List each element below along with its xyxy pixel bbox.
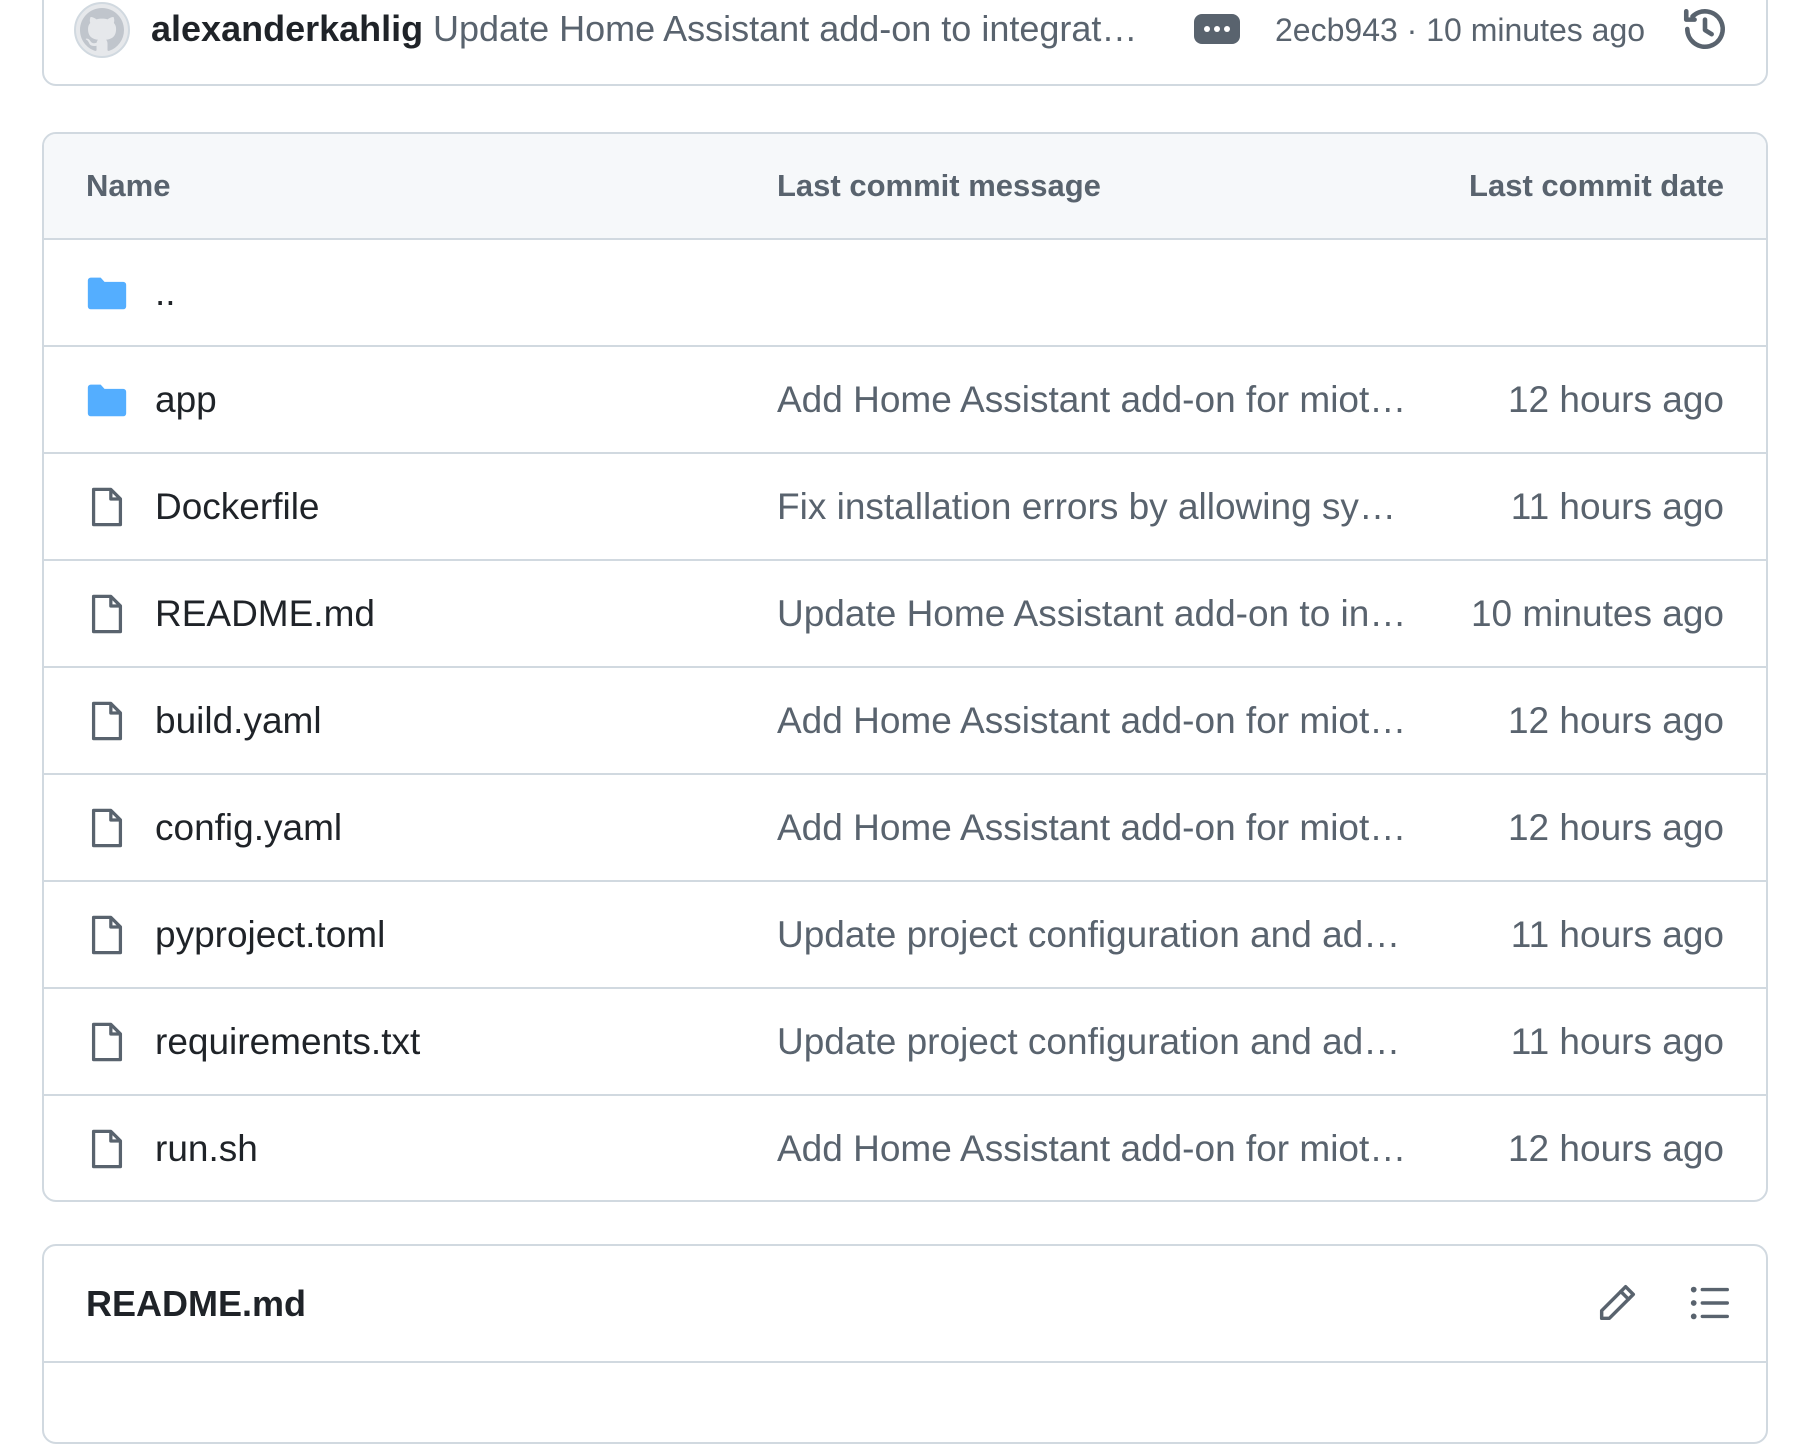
- commit-date: 12 hours ago: [1507, 379, 1724, 420]
- table-row[interactable]: config.yaml Add Home Assistant add-on fo…: [44, 775, 1766, 882]
- commit-date: 12 hours ago: [1507, 700, 1724, 741]
- list-icon[interactable]: [1687, 1280, 1733, 1326]
- header-name: Name: [86, 168, 171, 203]
- file-name-link[interactable]: README.md: [155, 561, 375, 666]
- table-row-parent[interactable]: ..: [44, 240, 1766, 347]
- table-row[interactable]: requirements.txt Update project configur…: [44, 989, 1766, 1096]
- github-avatar-icon: [80, 8, 124, 51]
- file-name-link[interactable]: run.sh: [155, 1096, 258, 1200]
- file-icon: [91, 594, 123, 634]
- header-last-commit-message: Last commit message: [777, 168, 1101, 203]
- commit-date: 11 hours ago: [1510, 914, 1724, 955]
- author-avatar[interactable]: [74, 2, 130, 58]
- file-icon: [91, 701, 123, 741]
- table-row[interactable]: run.sh Add Home Assistant add-on for mio…: [44, 1096, 1766, 1200]
- pencil-icon[interactable]: [1594, 1280, 1640, 1326]
- commit-message-link[interactable]: Update project configuration and add…: [777, 882, 1412, 987]
- commit-date: 12 hours ago: [1507, 807, 1724, 848]
- file-name-link[interactable]: ..: [155, 240, 176, 345]
- file-name-link[interactable]: app: [155, 347, 217, 452]
- commit-message-link[interactable]: Fix installation errors by allowing sys…: [777, 454, 1412, 559]
- commit-message-link[interactable]: Update Home Assistant add-on to int…: [777, 561, 1412, 666]
- file-name-link[interactable]: build.yaml: [155, 668, 322, 773]
- file-name-link[interactable]: Dockerfile: [155, 454, 320, 559]
- commit-date: 11 hours ago: [1510, 486, 1724, 527]
- file-icon: [91, 808, 123, 848]
- history-icon[interactable]: [1680, 4, 1730, 54]
- file-icon: [91, 1129, 123, 1169]
- commit-date: 10 minutes ago: [1470, 593, 1724, 634]
- ellipsis-icon[interactable]: [1194, 14, 1240, 44]
- file-icon: [91, 487, 123, 527]
- commit-message-link[interactable]: Add Home Assistant add-on for miot…: [777, 668, 1412, 773]
- commit-message-link[interactable]: Add Home Assistant add-on for miot…: [777, 347, 1412, 452]
- file-tree-table: Name Last commit message Last commit dat…: [42, 132, 1768, 1202]
- header-last-commit-date: Last commit date: [1469, 168, 1724, 203]
- table-row[interactable]: build.yaml Add Home Assistant add-on for…: [44, 668, 1766, 775]
- file-name-link[interactable]: config.yaml: [155, 775, 342, 880]
- file-name-link[interactable]: pyproject.toml: [155, 882, 385, 987]
- readme-title[interactable]: README.md: [86, 1246, 306, 1361]
- file-name-link[interactable]: requirements.txt: [155, 989, 420, 1094]
- commit-date: 11 hours ago: [1510, 1021, 1724, 1062]
- commit-author-link[interactable]: alexanderkahlig: [151, 6, 423, 52]
- table-row[interactable]: README.md Update Home Assistant add-on t…: [44, 561, 1766, 668]
- commit-message-link[interactable]: Add Home Assistant add-on for miot…: [777, 775, 1412, 880]
- folder-icon: [87, 277, 127, 310]
- readme-panel: README.md: [42, 1244, 1768, 1444]
- commit-date: 12 hours ago: [1507, 1128, 1724, 1169]
- table-row[interactable]: Dockerfile Fix installation errors by al…: [44, 454, 1766, 561]
- file-icon: [91, 1022, 123, 1062]
- commit-message-link[interactable]: Update Home Assistant add-on to integrat…: [433, 6, 1153, 52]
- file-icon: [91, 915, 123, 955]
- table-row[interactable]: pyproject.toml Update project configurat…: [44, 882, 1766, 989]
- commit-message-link[interactable]: Add Home Assistant add-on for miot…: [777, 1096, 1412, 1200]
- readme-header: README.md: [44, 1246, 1766, 1363]
- commit-message-link[interactable]: Update project configuration and add…: [777, 989, 1412, 1094]
- table-row[interactable]: app Add Home Assistant add-on for miot… …: [44, 347, 1766, 454]
- commit-sha-and-time[interactable]: 2ecb943 · 10 minutes ago: [1275, 8, 1645, 52]
- folder-icon: [87, 384, 127, 417]
- table-header: Name Last commit message Last commit dat…: [44, 134, 1766, 240]
